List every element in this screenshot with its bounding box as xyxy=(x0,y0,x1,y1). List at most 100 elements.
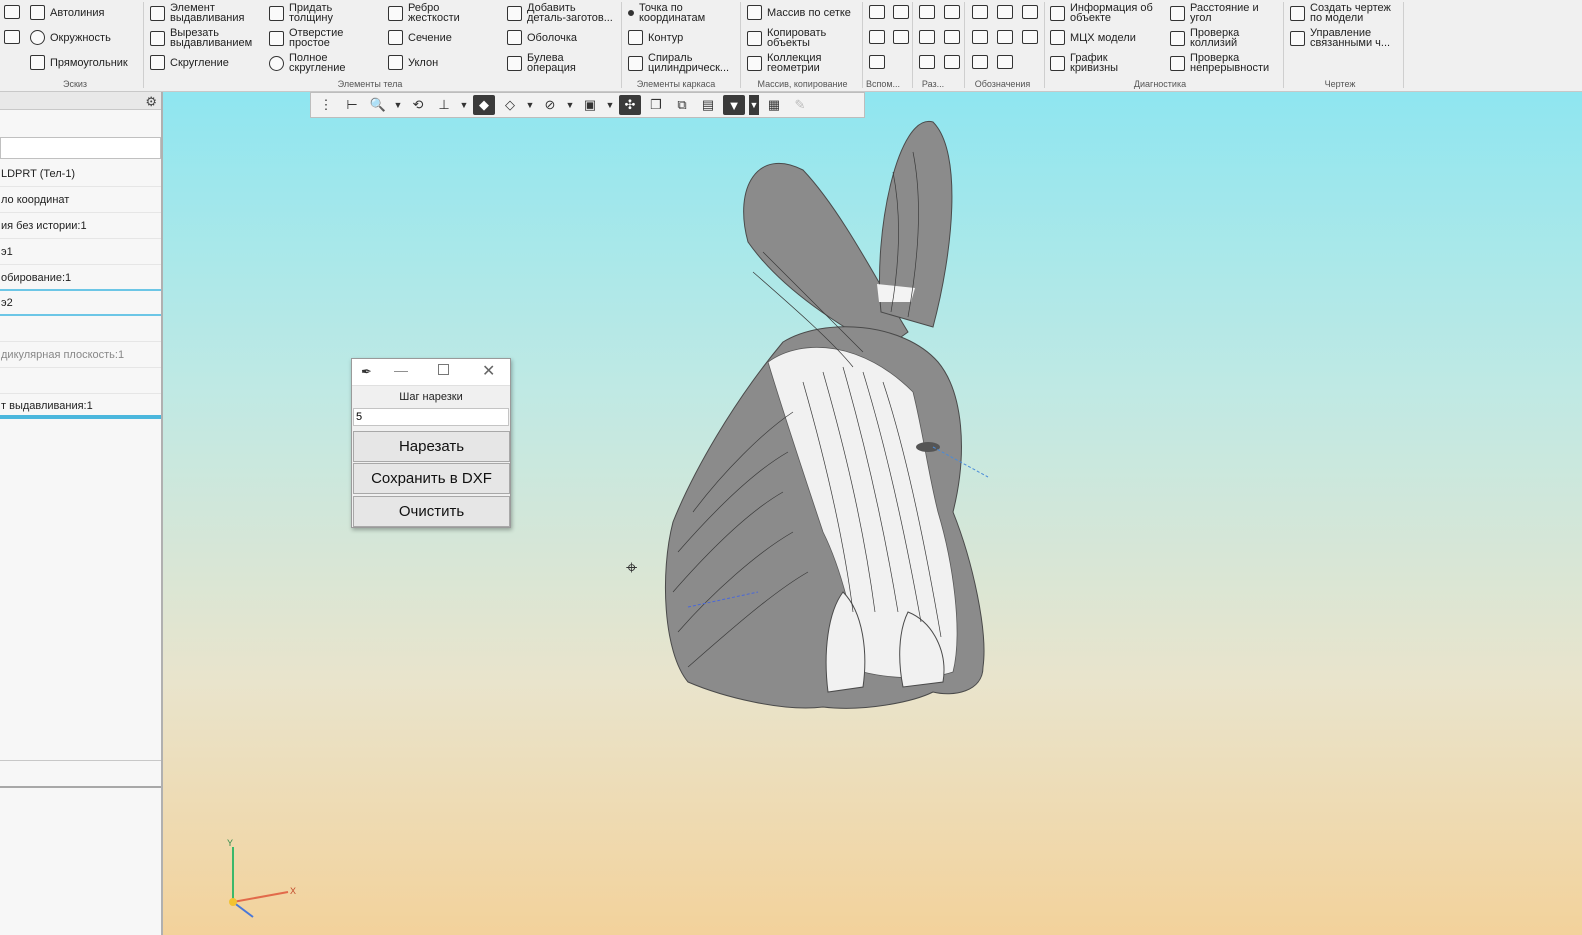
tree-item[interactable]: LDPRT (Тел-1) xyxy=(0,162,161,187)
tree-item[interactable]: ло координат xyxy=(0,188,161,213)
rectangle-icon xyxy=(30,55,45,70)
slicing-dialog: ✒ — ✕ Шаг нарезки Нарезать Сохранить в D… xyxy=(351,358,511,528)
tree-item[interactable] xyxy=(0,369,161,394)
thread-icon[interactable] xyxy=(997,5,1013,19)
gear-icon[interactable]: ⚙ xyxy=(145,94,157,110)
cut-view-icon[interactable] xyxy=(944,30,960,44)
divider xyxy=(912,2,913,88)
aux-point-icon[interactable] xyxy=(869,30,885,44)
collision-check-button[interactable]: Проверка коллизий xyxy=(1170,28,1239,49)
crosshair-cursor-icon: ⌖ xyxy=(626,557,638,579)
annotation-icon[interactable] xyxy=(972,5,988,19)
full-round-icon xyxy=(269,55,284,71)
sketch-icon[interactable] xyxy=(4,5,20,19)
object-info-button[interactable]: Информация об объекте xyxy=(1050,3,1153,24)
mass-properties-button[interactable]: МЦХ модели xyxy=(1050,30,1136,45)
extrude-button[interactable]: Элемент выдавливания xyxy=(150,3,244,24)
extrude-icon xyxy=(150,5,165,21)
tree-item[interactable]: ия без истории:1 xyxy=(0,214,161,239)
ribbon: Автолиния Окружность Прямоугольник Эскиз… xyxy=(0,0,1582,92)
copy-objects-button[interactable]: Копировать объекты xyxy=(747,28,826,49)
tree-item[interactable] xyxy=(0,317,161,342)
autoline-button[interactable]: Автолиния xyxy=(30,5,104,20)
close-icon[interactable]: ✕ xyxy=(482,361,495,381)
point-by-coords-button[interactable]: Точка по координатам xyxy=(628,3,705,24)
split-icon[interactable] xyxy=(944,5,960,19)
group-label-aux: Вспом... xyxy=(865,79,901,89)
contour-icon xyxy=(628,30,643,45)
divider xyxy=(0,786,161,788)
axis-triad: Y X xyxy=(227,838,296,918)
contour-button[interactable]: Контур xyxy=(628,30,683,45)
circle-button[interactable]: Окружность xyxy=(30,30,111,45)
leader-icon[interactable] xyxy=(997,30,1013,44)
helix-button[interactable]: Спираль цилиндрическ... xyxy=(628,53,729,74)
create-drawing-button[interactable]: Создать чертеж по модели xyxy=(1290,3,1391,24)
weld-icon[interactable] xyxy=(997,55,1013,69)
aux-axis-icon[interactable] xyxy=(893,5,909,19)
draft-icon xyxy=(388,55,403,70)
rib-button[interactable]: Ребро жесткости xyxy=(388,3,460,24)
fillet-button[interactable]: Скругление xyxy=(150,55,229,70)
cut-extrude-icon xyxy=(150,30,165,46)
axis-x-label: X xyxy=(290,886,296,896)
geometry-collection-button[interactable]: Коллекция геометрии xyxy=(747,53,821,74)
collection-icon xyxy=(747,55,762,71)
simple-hole-button[interactable]: Отверстие простое xyxy=(269,28,343,49)
cut-extrude-button[interactable]: Вырезать выдавливанием xyxy=(150,28,252,49)
divider xyxy=(0,760,161,761)
draft-button[interactable]: Уклон xyxy=(388,55,438,70)
continuity-check-button[interactable]: Проверка непрерывности xyxy=(1170,53,1269,74)
save-sketch-icon[interactable] xyxy=(4,30,20,44)
save-dxf-button[interactable]: Сохранить в DXF xyxy=(353,463,510,494)
full-round-button[interactable]: Полное скругление xyxy=(269,53,345,74)
aux-lcs-icon[interactable] xyxy=(893,30,909,44)
aux-plane-icon[interactable] xyxy=(869,5,885,19)
collision-icon xyxy=(1170,30,1185,46)
add-blank-button[interactable]: Добавить деталь-заготов... xyxy=(507,3,613,24)
shell-icon xyxy=(507,30,522,45)
section-icon xyxy=(388,30,403,45)
group-label-sketch: Эскиз xyxy=(62,79,88,89)
grid-pattern-icon xyxy=(747,5,762,20)
grid-pattern-button[interactable]: Массив по сетке xyxy=(747,5,851,20)
slice-step-label: Шаг нарезки xyxy=(399,391,463,403)
group-label-pattern: Массив, копирование xyxy=(757,79,848,89)
tree-item[interactable]: обирование:1 xyxy=(0,266,161,291)
group-label-wireframe: Элементы каркаса xyxy=(636,79,716,89)
curvature-icon xyxy=(1050,55,1065,71)
section-view-icon[interactable] xyxy=(919,30,935,44)
slice-step-input[interactable] xyxy=(353,408,509,426)
tree-item[interactable]: э2 xyxy=(0,291,161,316)
slice-button[interactable]: Нарезать xyxy=(353,431,510,462)
measure-icon[interactable] xyxy=(919,5,935,19)
rectangle-button[interactable]: Прямоугольник xyxy=(30,55,128,70)
base-icon[interactable] xyxy=(972,55,988,69)
clear-button[interactable]: Очистить xyxy=(353,496,510,527)
clip-icon[interactable] xyxy=(944,55,960,69)
divider xyxy=(964,2,965,88)
tree-item[interactable]: э1 xyxy=(0,240,161,265)
divider xyxy=(862,2,863,88)
distance-angle-button[interactable]: Расстояние и угол xyxy=(1170,3,1259,24)
dimension-icon[interactable] xyxy=(1022,5,1038,19)
tree-item-active[interactable]: т выдавливания:1 xyxy=(0,394,161,419)
manage-linked-button[interactable]: Управление связанными ч... xyxy=(1290,28,1390,49)
tree-item[interactable]: дикулярная плоскость:1 xyxy=(0,343,161,368)
curvature-graph-button[interactable]: График кривизны xyxy=(1050,53,1118,74)
section-button[interactable]: Сечение xyxy=(388,30,452,45)
group-label-split: Раз... xyxy=(921,79,945,89)
aux-line-icon[interactable] xyxy=(869,55,885,69)
dialog-titlebar[interactable]: ✒ — ✕ xyxy=(352,359,510,386)
boolean-button[interactable]: Булева операция xyxy=(507,53,576,74)
thicken-button[interactable]: Придать толщину xyxy=(269,3,333,24)
drawing-icon xyxy=(1290,5,1305,21)
explode-icon[interactable] xyxy=(919,55,935,69)
tree-filter-field[interactable] xyxy=(0,137,161,159)
minimize-icon[interactable]: — xyxy=(394,362,408,378)
tolerance-icon[interactable] xyxy=(1022,30,1038,44)
shell-button[interactable]: Оболочка xyxy=(507,30,577,45)
linked-icon xyxy=(1290,30,1305,46)
roughness-icon[interactable] xyxy=(972,30,988,44)
maximize-icon[interactable] xyxy=(438,364,449,375)
